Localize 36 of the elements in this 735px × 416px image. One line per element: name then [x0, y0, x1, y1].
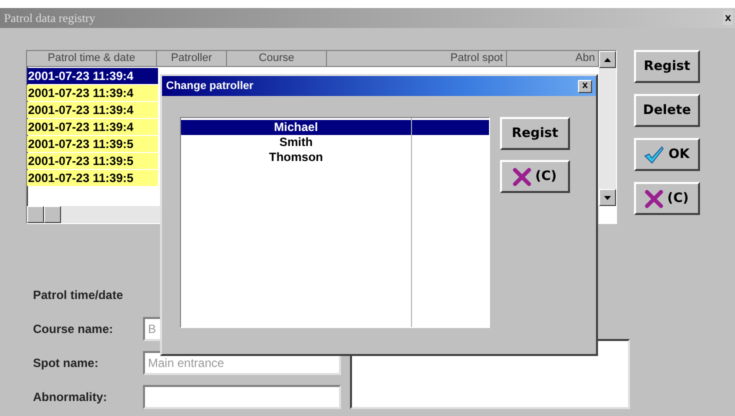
dialog-title: Change patroller [166, 80, 254, 92]
column-header[interactable]: Course [227, 51, 327, 67]
table-row[interactable]: 2001-07-23 11:39:4 [27, 102, 158, 118]
vertical-scrollbar[interactable] [599, 51, 616, 206]
up-arrow-icon [604, 58, 611, 62]
delete-button[interactable]: Delete [634, 94, 700, 127]
column-header[interactable]: Abn [507, 51, 599, 67]
field-label: Course name: [33, 322, 114, 336]
window-title: Patrol data registry [4, 10, 96, 26]
close-button[interactable]: x [723, 11, 733, 25]
cross-icon [513, 168, 532, 186]
table-row[interactable]: 2001-07-23 11:39:4 [27, 119, 158, 135]
table-row[interactable]: 2001-07-23 11:39:5 [27, 170, 158, 186]
table-row[interactable]: 2001-07-23 11:39:5 [27, 136, 158, 152]
field-label: Abnormality: [33, 390, 108, 404]
dialog-register-button[interactable]: Regist [500, 117, 570, 150]
close-button[interactable]: x [578, 80, 592, 92]
cancel-button[interactable]: (C) [634, 182, 700, 215]
cancel-button[interactable]: (C) [500, 160, 570, 193]
column-header[interactable]: Patrol time & date [27, 51, 157, 67]
cross-icon [645, 190, 664, 208]
patroller-item[interactable]: Thomson [181, 150, 489, 165]
input-field[interactable] [143, 385, 341, 409]
table-row[interactable]: 2001-07-23 11:39:5 [27, 153, 158, 169]
column-header[interactable]: Patrol spot [327, 51, 507, 67]
register-button[interactable]: Regist [634, 50, 700, 83]
check-icon [644, 146, 664, 164]
table-row[interactable]: 2001-07-23 11:39:4 [27, 85, 158, 101]
patroller-item[interactable]: Michael [181, 120, 489, 135]
down-arrow-icon [604, 196, 611, 200]
ok-button[interactable]: OK [634, 138, 700, 171]
column-header[interactable]: Patroller [157, 51, 227, 67]
field-label: Patrol time/date [33, 288, 124, 302]
patroller-item[interactable]: Smith [181, 135, 489, 150]
table-row[interactable]: 2001-07-23 11:39:4 [27, 68, 158, 84]
field-label: Spot name: [33, 356, 100, 370]
